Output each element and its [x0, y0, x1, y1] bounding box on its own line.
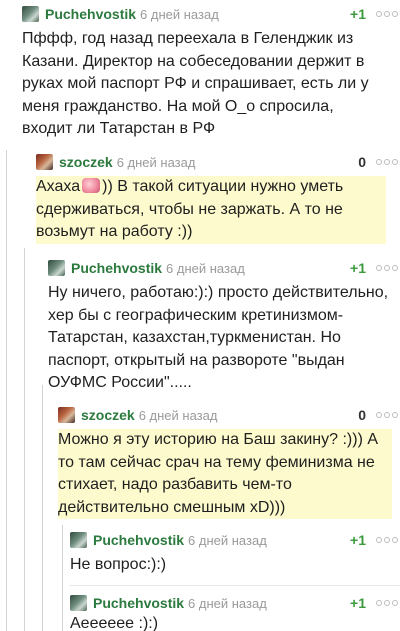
rating: 0 — [358, 407, 366, 423]
comment-text: Аееееее :):) — [70, 615, 159, 631]
avatar[interactable] — [22, 6, 39, 22]
username[interactable]: Puchehvostik — [45, 6, 136, 22]
more-actions-icon[interactable] — [376, 600, 398, 606]
rating: +1 — [350, 532, 366, 548]
comment-header: szoczek 6 дней назад 0 — [36, 152, 400, 172]
timestamp[interactable]: 6 дней назад — [139, 408, 218, 423]
thread-line — [24, 248, 25, 631]
more-actions-icon[interactable] — [376, 159, 398, 165]
timestamp[interactable]: 6 дней назад — [166, 261, 245, 276]
comment-text: Ахаха)) В такой ситуации нужно уметь сде… — [36, 176, 386, 244]
comment-text: Не вопрос:):) — [70, 556, 167, 573]
rating: +1 — [350, 260, 366, 276]
more-actions-icon[interactable] — [376, 537, 398, 543]
comment-header: Puchehvostik 6 дней назад +1 — [22, 4, 400, 24]
comment-text: Можно я эту историю на Баш закину? :))) … — [58, 429, 392, 519]
comment: Puchehvostik 6 дней назад +1 Аееееее :):… — [70, 593, 400, 631]
comment-text-part: Ахаха — [36, 178, 81, 195]
comment-text: Пффф, год назад переехала в Геленджик из… — [22, 30, 369, 137]
timestamp[interactable]: 6 дней назад — [188, 533, 267, 548]
username[interactable]: Puchehvostik — [93, 595, 184, 611]
comment-text: Ну ничего, работаю:):) просто действител… — [48, 284, 389, 391]
more-actions-icon[interactable] — [376, 11, 398, 17]
comment-header: Puchehvostik 6 дней назад +1 — [70, 530, 400, 550]
thread-line — [62, 525, 63, 631]
rating: +1 — [350, 595, 366, 611]
username[interactable]: szoczek — [81, 407, 135, 423]
username[interactable]: szoczek — [59, 154, 113, 170]
comment: Puchehvostik 6 дней назад +1 Не вопрос:)… — [70, 530, 400, 577]
username[interactable]: Puchehvostik — [71, 260, 162, 276]
comment: Puchehvostik 6 дней назад +1 Ну ничего, … — [48, 258, 400, 395]
thread-line — [6, 150, 7, 631]
comment: Puchehvostik 6 дней назад +1 Пффф, год н… — [22, 4, 400, 141]
thumbs-up-emoji-icon — [82, 178, 101, 193]
divider — [70, 585, 400, 586]
avatar[interactable] — [48, 260, 65, 276]
more-actions-icon[interactable] — [376, 265, 398, 271]
avatar[interactable] — [70, 532, 87, 548]
comment-header: Puchehvostik 6 дней назад +1 — [70, 593, 400, 613]
timestamp[interactable]: 6 дней назад — [140, 7, 219, 22]
timestamp[interactable]: 6 дней назад — [188, 596, 267, 611]
thread-line — [42, 385, 43, 631]
avatar[interactable] — [58, 407, 75, 423]
comment-header: Puchehvostik 6 дней назад +1 — [48, 258, 400, 278]
timestamp[interactable]: 6 дней назад — [117, 155, 196, 170]
more-actions-icon[interactable] — [376, 412, 398, 418]
comment: szoczek 6 дней назад 0 Ахаха)) В такой с… — [36, 152, 400, 244]
username[interactable]: Puchehvostik — [93, 532, 184, 548]
avatar[interactable] — [70, 595, 87, 611]
comment-header: szoczek 6 дней назад 0 — [58, 405, 400, 425]
avatar[interactable] — [36, 154, 53, 170]
rating: +1 — [350, 6, 366, 22]
rating: 0 — [358, 154, 366, 170]
comment: szoczek 6 дней назад 0 Можно я эту истор… — [58, 405, 400, 519]
